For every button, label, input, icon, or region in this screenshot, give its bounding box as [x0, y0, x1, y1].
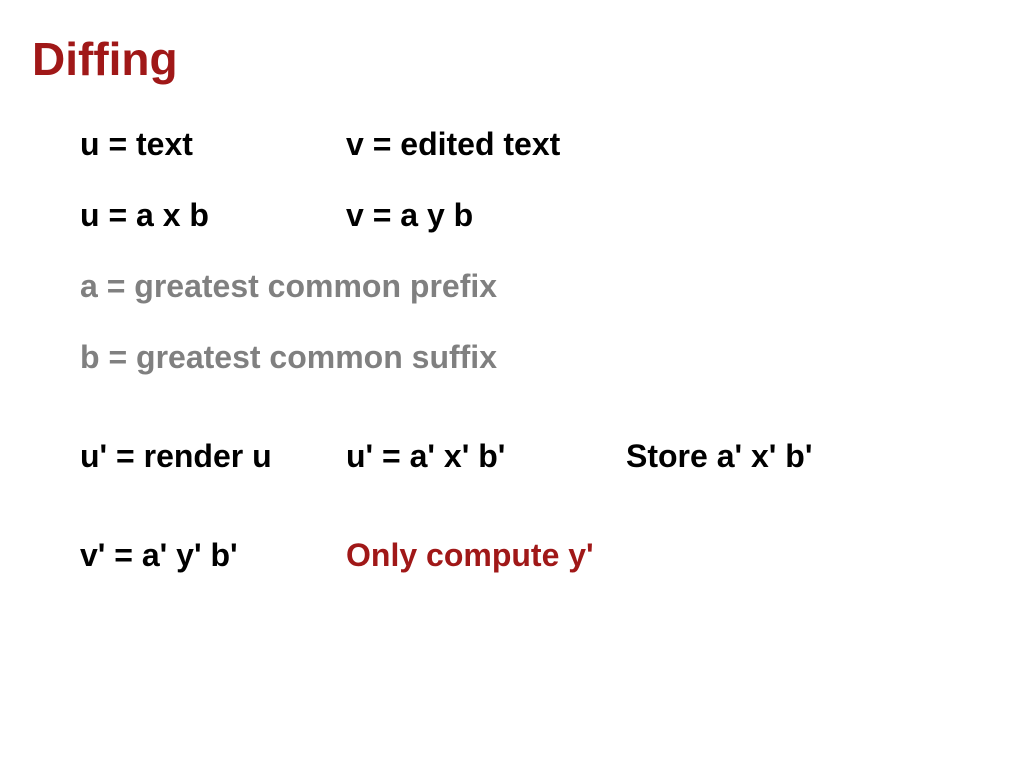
u-prime-decomposition: u' = a' x' b': [346, 438, 626, 475]
slide-title: Diffing: [32, 32, 984, 86]
u-definition: u = text: [80, 126, 346, 163]
definition-row-1: u = text v = edited text: [80, 126, 984, 163]
store-instruction: Store a' x' b': [626, 438, 984, 475]
a-explanation: a = greatest common prefix: [80, 268, 984, 305]
v-decomposition: v = a y b: [346, 197, 626, 234]
compute-instruction: Only compute y': [346, 537, 626, 574]
v-prime-decomposition: v' = a' y' b': [80, 537, 346, 574]
render-u-row: u' = render u u' = a' x' b' Store a' x' …: [80, 438, 984, 475]
b-explanation: b = greatest common suffix: [80, 339, 984, 376]
v-prime-row: v' = a' y' b' Only compute y': [80, 537, 984, 574]
v-definition: v = edited text: [346, 126, 626, 163]
u-decomposition: u = a x b: [80, 197, 346, 234]
slide-content: u = text v = edited text u = a x b v = a…: [32, 126, 984, 574]
decomposition-row: u = a x b v = a y b: [80, 197, 984, 234]
u-prime-definition: u' = render u: [80, 438, 346, 475]
